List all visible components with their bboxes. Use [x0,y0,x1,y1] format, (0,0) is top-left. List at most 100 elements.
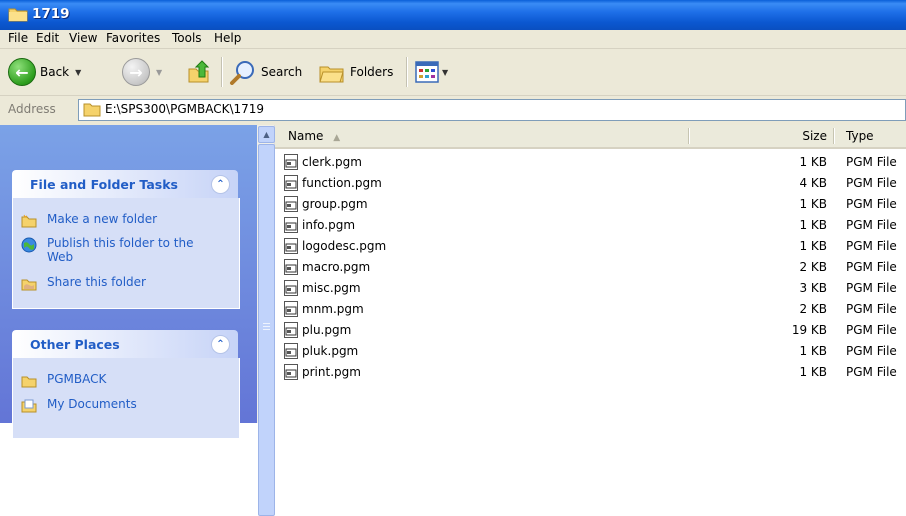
search-button[interactable]: Search [229,58,302,86]
other-places-header[interactable]: Other Places ⌃ [12,330,238,358]
file-type: PGM File [846,302,897,316]
file-type: PGM File [846,239,897,253]
file-name: logodesc.pgm [302,239,387,253]
file-folder-tasks-header[interactable]: File and Folder Tasks ⌃ [12,170,238,198]
pgm-file-icon [284,259,298,275]
pgm-file-icon [284,280,298,296]
views-icon [415,61,439,83]
up-folder-button[interactable] [186,58,212,86]
file-type: PGM File [846,281,897,295]
file-size: 1 KB [799,197,827,211]
address-bar: Address E:\SPS300\PGMBACK\1719 [0,96,906,124]
file-row[interactable]: misc.pgm 3 KB PGM File [275,278,906,299]
forward-arrow-icon: → [122,58,150,86]
file-row[interactable]: print.pgm 1 KB PGM File [275,362,906,383]
folders-label: Folders [350,65,394,79]
task-label: Share this folder [47,275,146,289]
file-type: PGM File [846,365,897,379]
file-name: clerk.pgm [302,155,362,169]
views-button[interactable]: ▼ [414,58,448,86]
menu-edit[interactable]: Edit [36,31,59,45]
file-name: info.pgm [302,218,356,232]
file-type: PGM File [846,323,897,337]
collapse-icon[interactable]: ⌃ [211,175,230,194]
panel-title: File and Folder Tasks [30,177,178,192]
pgm-file-icon [284,217,298,233]
pgm-file-icon [284,196,298,212]
file-row[interactable]: info.pgm 1 KB PGM File [275,215,906,236]
grip-line [263,329,270,330]
column-divider[interactable] [833,128,835,144]
file-size: 2 KB [799,302,827,316]
menu-help[interactable]: Help [214,31,241,45]
share-folder-icon [21,279,37,291]
pgm-file-icon [284,343,298,359]
pgm-file-icon [284,238,298,254]
folder-icon [8,8,28,22]
column-name[interactable]: Name ▲ [288,129,340,143]
file-size: 4 KB [799,176,827,190]
my-documents-icon [21,399,37,413]
file-type: PGM File [846,197,897,211]
task-make-new-folder[interactable]: Make a new folder [21,212,157,229]
menu-tools[interactable]: Tools [172,31,202,45]
column-size[interactable]: Size [737,129,827,143]
file-name: mnm.pgm [302,302,364,316]
file-row[interactable]: function.pgm 4 KB PGM File [275,173,906,194]
grip-line [263,323,270,324]
new-folder-icon [21,214,37,228]
back-dropdown-icon[interactable]: ▼ [75,68,81,77]
file-list: Name ▲ Size Type clerk.pgm 1 KB PGM File fu… [275,125,906,423]
search-icon [230,61,254,85]
menu-favorites[interactable]: Favorites [106,31,160,45]
back-button[interactable]: ← Back ▼ [8,58,81,86]
standard-buttons-row: ← Back ▼ → ▼ Search Folders ▼ [0,49,906,96]
file-row[interactable]: logodesc.pgm 1 KB PGM File [275,236,906,257]
file-row[interactable]: plu.pgm 19 KB PGM File [275,320,906,341]
file-row[interactable]: mnm.pgm 2 KB PGM File [275,299,906,320]
file-row[interactable]: pluk.pgm 1 KB PGM File [275,341,906,362]
pgm-file-icon [284,175,298,191]
column-divider[interactable] [688,128,690,144]
forward-button[interactable]: → ▼ [122,58,162,86]
task-label: Publish this folder to the Web [47,236,194,264]
pgm-file-icon [284,322,298,338]
task-publish-folder[interactable]: Publish this folder to the Web [21,236,221,264]
views-dropdown-icon[interactable]: ▼ [442,68,448,77]
file-row[interactable]: group.pgm 1 KB PGM File [275,194,906,215]
column-type[interactable]: Type [846,129,874,143]
toolbar: ← Back ▼ → ▼ Search Folders ▼ Address E:… [0,49,906,125]
folders-button[interactable]: Folders [318,58,393,86]
file-type: PGM File [846,176,897,190]
task-share-folder[interactable]: Share this folder [21,275,146,292]
folder-icon [83,103,101,117]
file-row[interactable]: clerk.pgm 1 KB PGM File [275,152,906,173]
scroll-thumb[interactable] [258,144,275,516]
collapse-icon[interactable]: ⌃ [211,335,230,354]
file-type: PGM File [846,260,897,274]
place-pgmback[interactable]: PGMBACK [21,372,106,389]
menu-view[interactable]: View [69,31,97,45]
file-name: pluk.pgm [302,344,359,358]
back-arrow-icon: ← [8,58,36,86]
panel-title: Other Places [30,337,120,352]
pgm-file-icon [284,301,298,317]
file-name: function.pgm [302,176,382,190]
menu-file[interactable]: File [8,31,28,45]
file-size: 1 KB [799,155,827,169]
title-bar[interactable]: 1719 [0,0,906,30]
scroll-up-icon[interactable]: ▲ [258,126,275,143]
address-field[interactable]: E:\SPS300\PGMBACK\1719 [78,99,906,121]
other-places-panel: PGMBACK My Documents [12,358,240,439]
task-label: Make a new folder [47,212,158,226]
task-pane-scrollbar[interactable]: ▲ [257,125,275,516]
task-pane: File and Folder Tasks ⌃ Make a new folde… [0,125,257,439]
publish-web-icon [21,237,37,253]
file-row[interactable]: macro.pgm 2 KB PGM File [275,257,906,278]
place-my-documents[interactable]: My Documents [21,397,137,414]
file-size: 19 KB [791,323,827,337]
file-size: 3 KB [799,281,827,295]
file-type: PGM File [846,155,897,169]
forward-dropdown-icon[interactable]: ▼ [156,68,162,77]
file-name: group.pgm [302,197,368,211]
